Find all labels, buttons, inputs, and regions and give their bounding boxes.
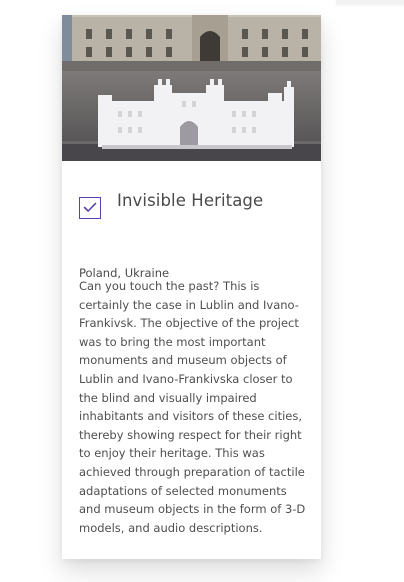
select-checkbox[interactable] xyxy=(79,197,101,219)
project-description: Can you touch the past? This is certainl… xyxy=(79,279,306,535)
top-strip xyxy=(336,0,404,4)
project-photo xyxy=(62,15,321,161)
title-row: Invisible Heritage xyxy=(79,190,314,226)
project-card[interactable]: Invisible Heritage Poland, Ukraine Can y… xyxy=(62,15,321,559)
project-title: Invisible Heritage xyxy=(117,191,264,210)
check-icon xyxy=(83,202,97,212)
